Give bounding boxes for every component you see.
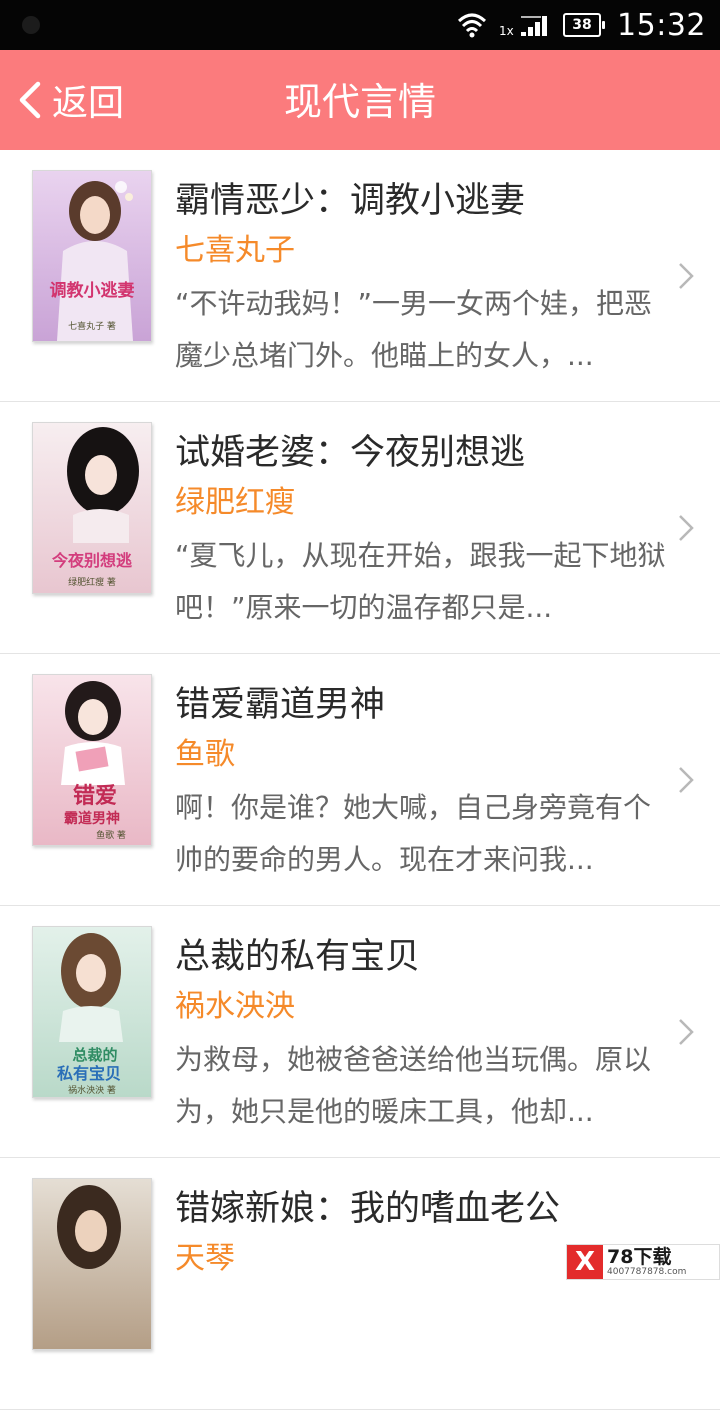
book-cover: 调教小逃妻 七喜丸子 著 <box>32 170 152 342</box>
wifi-icon <box>458 13 487 38</box>
chevron-right-icon <box>679 515 694 541</box>
book-item[interactable]: 错嫁新娘：我的嗜血老公 天琴 <box>0 1158 720 1410</box>
book-title: 试婚老婆：今夜别想逃 <box>175 433 526 473</box>
book-item[interactable]: 总裁的 私有宝贝 祸水泱泱 著 总裁的私有宝贝 祸水泱泱 为救母，她被爸爸送给他… <box>0 906 720 1158</box>
svg-text:今夜别想逃: 今夜别想逃 <box>51 551 133 570</box>
book-author: 祸水泱泱 <box>175 989 295 1024</box>
svg-text:调教小逃妻: 调教小逃妻 <box>50 280 135 301</box>
book-author: 七喜丸子 <box>175 233 295 268</box>
book-description: “夏飞儿，从现在开始，跟我一起下地狱吧！”原来一切的温存都只是... <box>175 539 666 624</box>
book-author: 鱼歌 <box>175 737 235 772</box>
chevron-right-icon <box>679 1019 694 1045</box>
status-clock: 15:32 <box>617 7 706 43</box>
svg-text:霸道男神: 霸道男神 <box>64 810 120 827</box>
title-bar: 返回 现代言情 <box>0 50 720 150</box>
book-list: 调教小逃妻 七喜丸子 著 霸情恶少：调教小逃妻 七喜丸子 “不许动我妈！”一男一… <box>0 150 720 1410</box>
svg-text:私有宝贝: 私有宝贝 <box>57 1064 121 1083</box>
svg-text:绿肥红瘦 著: 绿肥红瘦 著 <box>68 576 116 588</box>
status-bar: 1x 38 15:32 <box>0 0 720 50</box>
chevron-left-icon <box>19 81 41 119</box>
chevron-right-icon <box>679 263 694 289</box>
book-item[interactable]: 今夜别想逃 绿肥红瘦 著 试婚老婆：今夜别想逃 绿肥红瘦 “夏飞儿，从现在开始，… <box>0 402 720 654</box>
book-title: 总裁的私有宝贝 <box>175 937 421 977</box>
battery-level: 38 <box>563 13 602 37</box>
chevron-right-icon <box>679 767 694 793</box>
book-title: 错爱霸道男神 <box>175 685 386 725</box>
book-cover <box>32 1178 152 1350</box>
book-author: 绿肥红瘦 <box>175 485 295 520</box>
watermark-logo: X 78下载 4007787878.com <box>566 1244 720 1280</box>
book-item[interactable]: 调教小逃妻 七喜丸子 著 霸情恶少：调教小逃妻 七喜丸子 “不许动我妈！”一男一… <box>0 150 720 402</box>
svg-text:总裁的: 总裁的 <box>72 1046 117 1064</box>
watermark-url: 4007787878.com <box>607 1266 687 1277</box>
book-author: 天琴 <box>175 1241 235 1276</box>
svg-text:祸水泱泱 著: 祸水泱泱 著 <box>68 1084 116 1096</box>
watermark-brand: 78下载 <box>607 1245 672 1268</box>
signal-icon: 1x <box>499 10 551 40</box>
watermark-x-icon: X <box>567 1245 603 1279</box>
back-label: 返回 <box>52 83 125 124</box>
book-cover: 总裁的 私有宝贝 祸水泱泱 著 <box>32 926 152 1098</box>
book-title: 错嫁新娘：我的嗜血老公 <box>175 1189 561 1229</box>
camera-dot-icon <box>22 16 40 34</box>
svg-text:鱼歌 著: 鱼歌 著 <box>96 829 126 841</box>
svg-text:错爱: 错爱 <box>73 783 117 809</box>
svg-text:七喜丸子 著: 七喜丸子 著 <box>68 320 116 332</box>
book-description: 为救母，她被爸爸送给他当玩偶。原以为，她只是他的暖床工具，他却... <box>175 1043 652 1128</box>
battery-icon: 38 <box>563 13 606 37</box>
back-button[interactable]: 返回 <box>16 50 124 150</box>
book-cover: 错爱 霸道男神 鱼歌 著 <box>32 674 152 846</box>
book-title: 霸情恶少：调教小逃妻 <box>175 181 526 221</box>
book-item[interactable]: 错爱 霸道男神 鱼歌 著 错爱霸道男神 鱼歌 啊！你是谁？她大喊，自己身旁竟有个… <box>0 654 720 906</box>
book-cover: 今夜别想逃 绿肥红瘦 著 <box>32 422 152 594</box>
book-description: 啊！你是谁？她大喊，自己身旁竟有个帅的要命的男人。现在才来问我... <box>175 791 652 876</box>
book-description: “不许动我妈！”一男一女两个娃，把恶魔少总堵门外。他瞄上的女人，... <box>175 287 653 372</box>
